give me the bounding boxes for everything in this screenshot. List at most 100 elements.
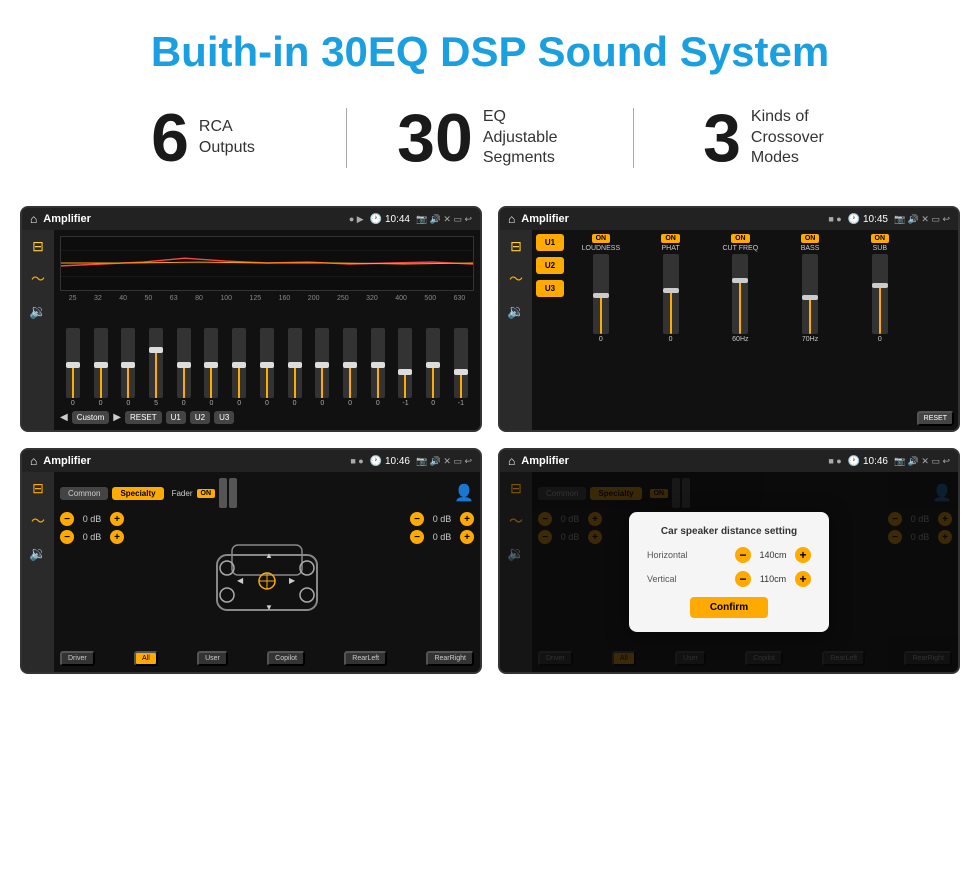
amp-reset-btn[interactable]: RESET [917, 411, 954, 426]
user-profile-icon[interactable]: 👤 [454, 483, 474, 503]
bass-on: ON [801, 234, 820, 243]
sub-slider[interactable] [872, 254, 888, 334]
page-title: Buith-in 30EQ DSP Sound System [0, 0, 980, 94]
stat-number-crossover: 3 [703, 104, 741, 172]
home-icon-2: ⌂ [508, 212, 515, 226]
eq-icon[interactable]: ⊟ [32, 238, 44, 255]
eq-slider-col-8: 0 [260, 328, 274, 407]
fl-minus-btn[interactable]: − [60, 512, 74, 526]
rr-plus-btn[interactable]: + [460, 530, 474, 544]
status-time-4: 🕐 10:46 [848, 456, 888, 467]
cutfreq-slider[interactable] [732, 254, 748, 334]
tab-common[interactable]: Common [60, 487, 108, 500]
amp-eq-icon[interactable]: ⊟ [510, 238, 522, 255]
fader-slider-1[interactable] [219, 478, 227, 508]
rearright-btn[interactable]: RearRight [426, 651, 474, 666]
app-name-4: Amplifier [521, 455, 822, 467]
tab-specialty[interactable]: Specialty [112, 487, 163, 500]
stat-label-eq: EQ AdjustableSegments [483, 107, 583, 169]
status-bar-3: ⌂ Amplifier ■ ● 🕐 10:46 📷 🔊 ✕ ▭ ↩ [22, 450, 480, 472]
eq-slider-col-14: 0 [426, 328, 440, 407]
custom-btn[interactable]: Custom [72, 411, 110, 424]
fader-sliders [219, 478, 237, 508]
eq-slider-col-12: 0 [371, 328, 385, 407]
vertical-value: 110cm [755, 574, 791, 584]
db-row-fr: − 0 dB + [410, 512, 474, 526]
horizontal-plus-btn[interactable]: + [795, 547, 811, 563]
status-bar-1: ⌂ Amplifier ● ▶ 🕐 10:44 📷 🔊 ✕ ▭ ↩ [22, 208, 480, 230]
amp-main: U1 U2 U3 ON LOUDNESS 0 [532, 230, 958, 430]
fader-on-badge: ON [197, 489, 216, 498]
status-icons-3: 📷 🔊 ✕ ▭ ↩ [416, 456, 472, 467]
fr-plus-btn[interactable]: + [460, 512, 474, 526]
stat-number-rca: 6 [151, 104, 189, 172]
preset-u1[interactable]: U1 [536, 234, 564, 251]
eq-slider-col-5: 0 [177, 328, 191, 407]
vertical-plus-btn[interactable]: + [795, 571, 811, 587]
cutfreq-on: ON [731, 234, 750, 243]
amp-content: ⊟ 〜 🔉 U1 U2 U3 ON LOUDNESS [500, 230, 958, 430]
home-icon-3: ⌂ [30, 454, 37, 468]
preset-u2[interactable]: U2 [536, 257, 564, 274]
app-name-3: Amplifier [43, 455, 344, 467]
fl-plus-btn[interactable]: + [110, 512, 124, 526]
rr-minus-btn[interactable]: − [410, 530, 424, 544]
fader-slider-2[interactable] [229, 478, 237, 508]
rl-value: 0 dB [78, 532, 106, 542]
fader-speaker-icon[interactable]: 🔉 [29, 545, 46, 562]
stat-label-crossover: Kinds ofCrossover Modes [751, 107, 851, 169]
next-icon[interactable]: ▶ [113, 412, 121, 423]
status-time-1: 🕐 10:44 [370, 214, 410, 225]
eq-slider-col-13: -1 [398, 328, 412, 407]
horizontal-minus-btn[interactable]: − [735, 547, 751, 563]
eq-slider-col-9: 0 [288, 328, 302, 407]
preset-u3[interactable]: U3 [536, 280, 564, 297]
u3-btn[interactable]: U3 [214, 411, 234, 424]
user-btn[interactable]: User [197, 651, 228, 666]
rl-minus-btn[interactable]: − [60, 530, 74, 544]
eq-slider-col-15: -1 [454, 328, 468, 407]
eq-main: 2532405063 80100125160200 25032040050063… [54, 230, 480, 430]
speaker-icon[interactable]: 🔉 [29, 303, 46, 320]
vertical-minus-btn[interactable]: − [735, 571, 751, 587]
dialog-horizontal-row: Horizontal − 140cm + [647, 547, 811, 563]
amp-wave-icon[interactable]: 〜 [509, 269, 523, 289]
horizontal-ctrl: − 140cm + [735, 547, 811, 563]
phat-slider[interactable] [663, 254, 679, 334]
status-time-2: 🕐 10:45 [848, 214, 888, 225]
phat-label: PHAT [662, 245, 680, 252]
stat-rca: 6 RCAOutputs [60, 104, 346, 172]
driver-btn[interactable]: Driver [60, 651, 95, 666]
rl-plus-btn[interactable]: + [110, 530, 124, 544]
svg-text:▲: ▲ [265, 551, 273, 560]
wave-icon[interactable]: 〜 [31, 269, 45, 289]
stats-row: 6 RCAOutputs 30 EQ AdjustableSegments 3 … [0, 94, 980, 196]
stat-eq: 30 EQ AdjustableSegments [347, 104, 633, 172]
rearleft-btn[interactable]: RearLeft [344, 651, 387, 666]
status-icons-4: 📷 🔊 ✕ ▭ ↩ [894, 456, 950, 467]
fader-label: Fader [172, 489, 193, 498]
u1-btn[interactable]: U1 [166, 411, 186, 424]
svg-text:◀: ◀ [237, 576, 244, 585]
amp-sub: ON SUB 0 [847, 234, 913, 426]
fl-value: 0 dB [78, 514, 106, 524]
fader-eq-icon[interactable]: ⊟ [32, 480, 44, 497]
all-btn[interactable]: All [134, 651, 158, 666]
bass-slider[interactable] [802, 254, 818, 334]
fader-wave-icon[interactable]: 〜 [31, 511, 45, 531]
loudness-label: LOUDNESS [582, 245, 621, 252]
screen-eq: ⌂ Amplifier ● ▶ 🕐 10:44 📷 🔊 ✕ ▭ ↩ ⊟ 〜 🔉 [20, 206, 482, 432]
fr-minus-btn[interactable]: − [410, 512, 424, 526]
bottom-btns-fader: Driver All User Copilot RearLeft RearRig… [60, 651, 474, 666]
amp-speaker-icon[interactable]: 🔉 [507, 303, 524, 320]
stat-label-rca: RCAOutputs [199, 117, 255, 159]
dialog-overlay: Car speaker distance setting Horizontal … [500, 472, 958, 672]
copilot-btn[interactable]: Copilot [267, 651, 305, 666]
eq-slider-col-1: 0 [66, 328, 80, 407]
u2-btn[interactable]: U2 [190, 411, 210, 424]
loudness-slider[interactable] [593, 254, 609, 334]
confirm-button[interactable]: Confirm [690, 597, 768, 618]
prev-icon[interactable]: ◀ [60, 412, 68, 423]
status-time-3: 🕐 10:46 [370, 456, 410, 467]
reset-btn[interactable]: RESET [125, 411, 162, 424]
